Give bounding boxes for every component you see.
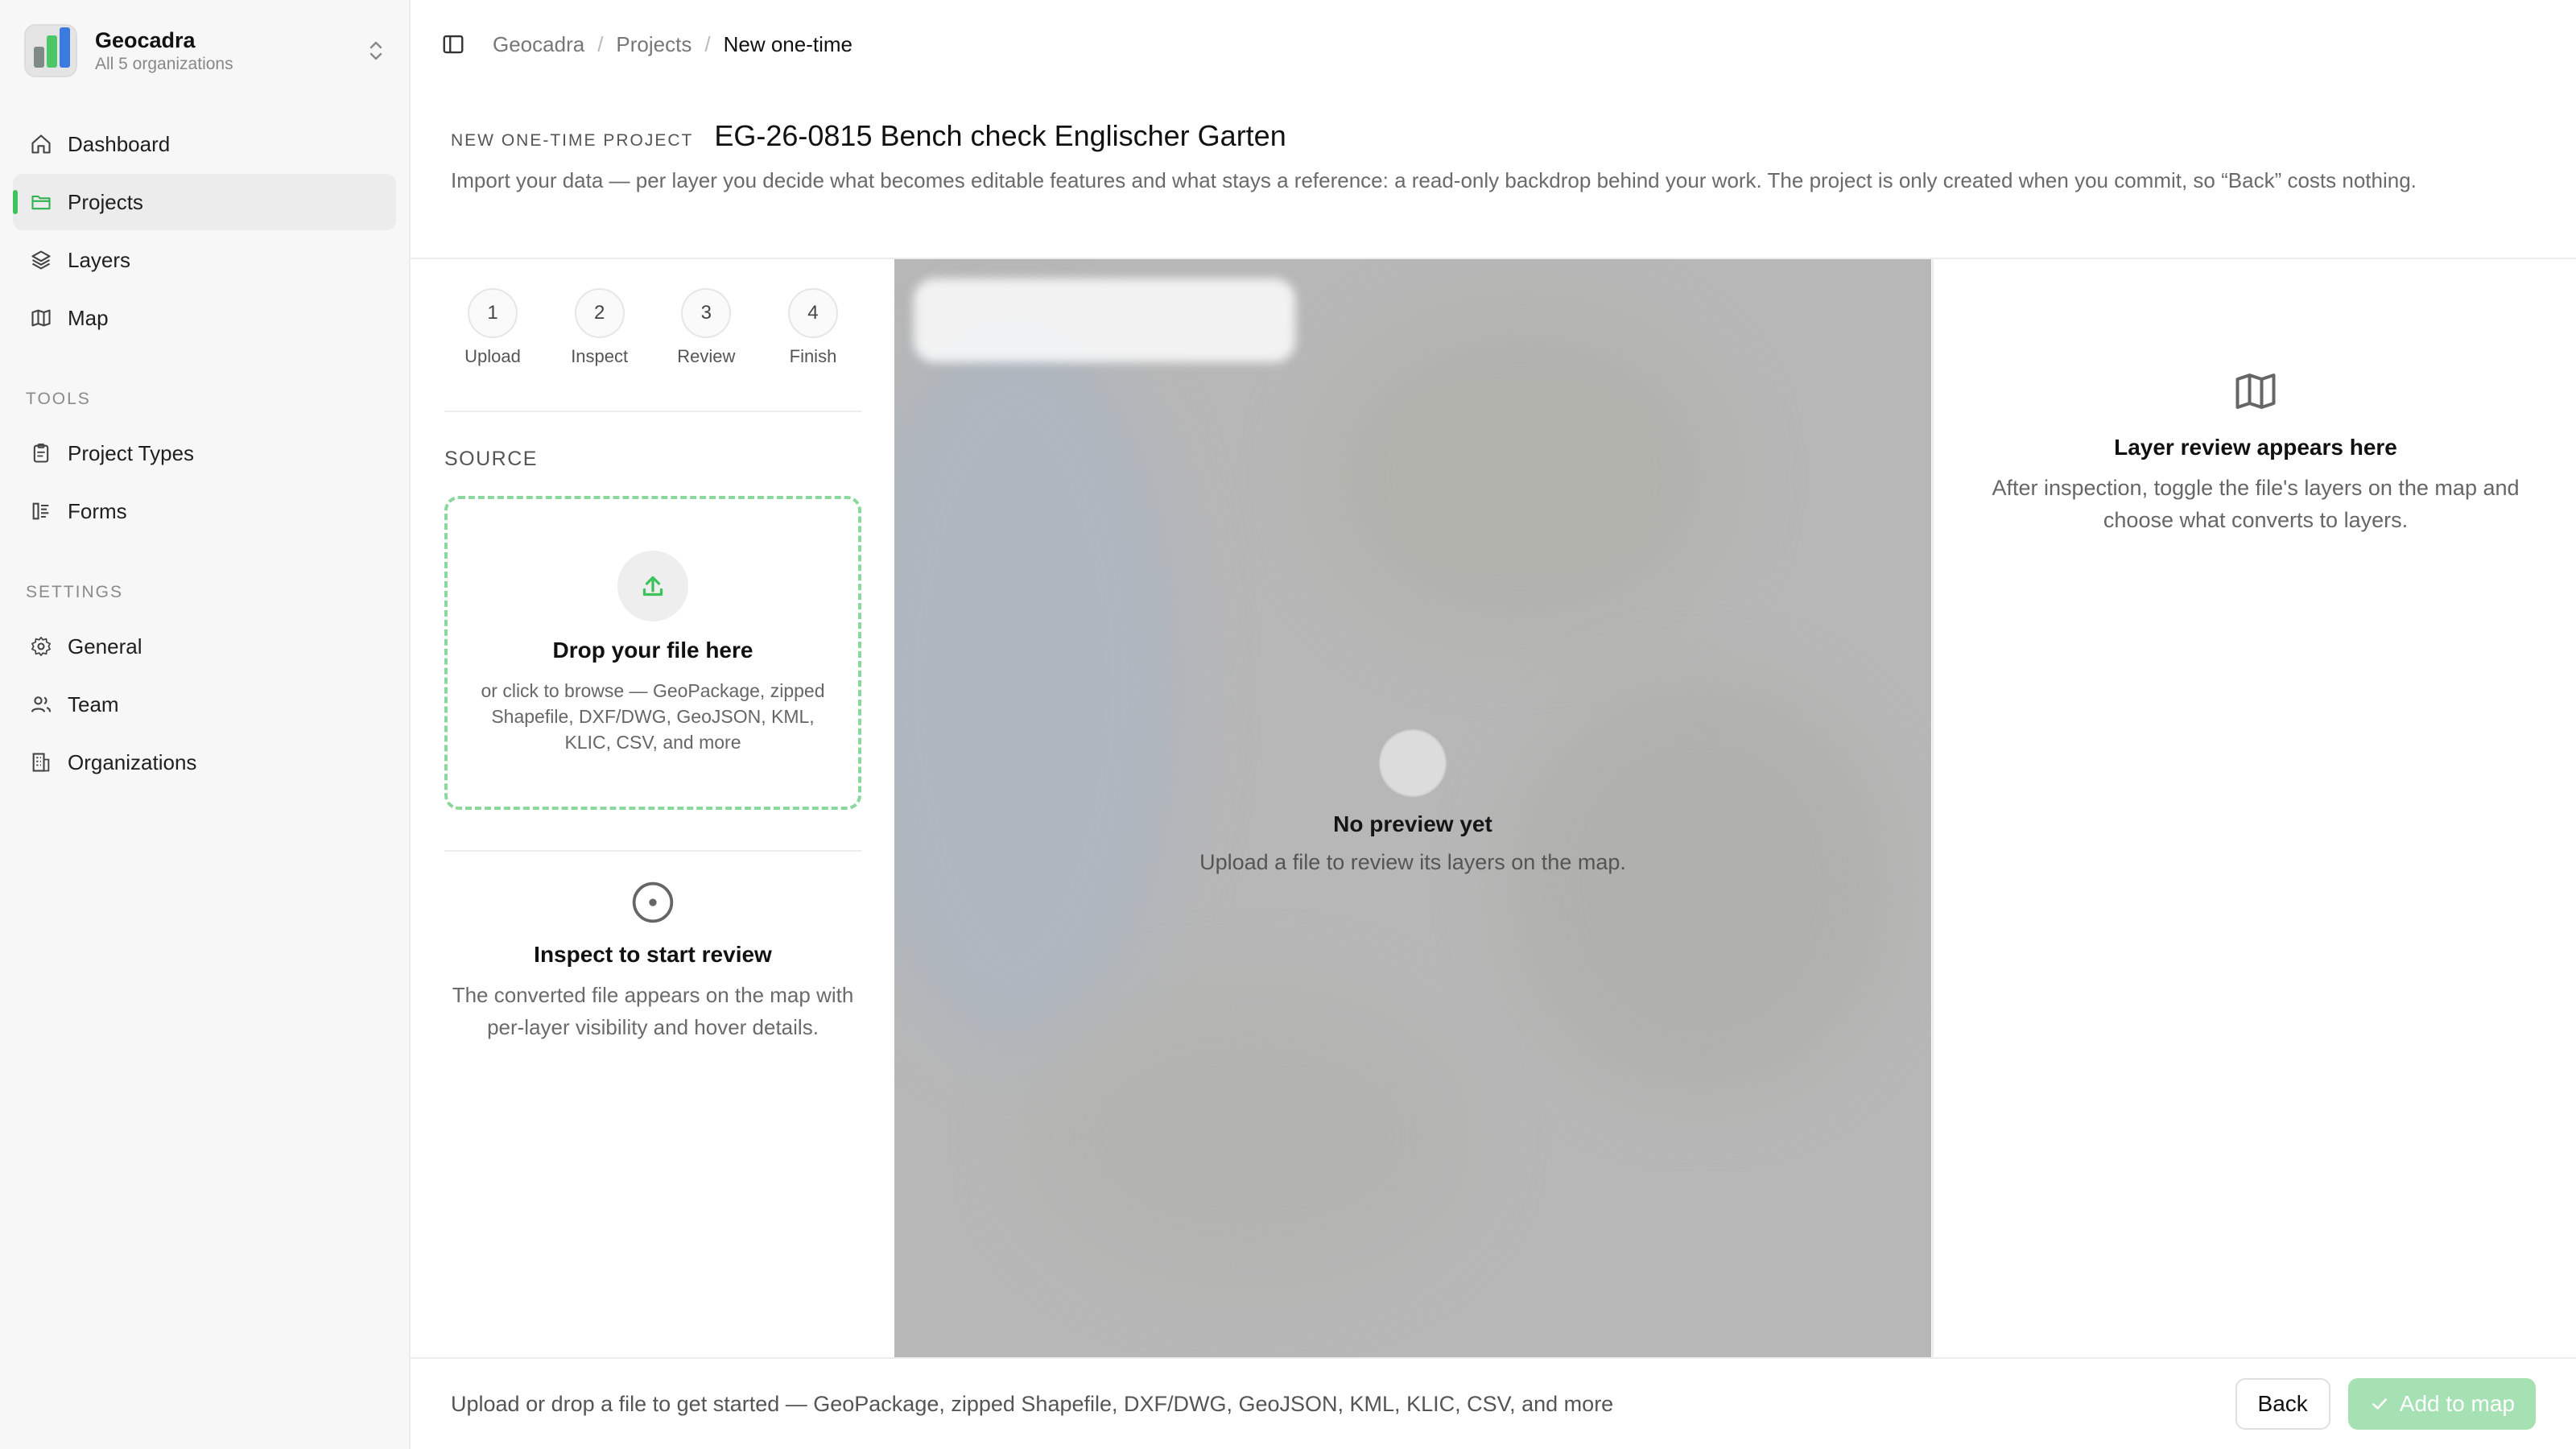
building-icon [27, 749, 55, 776]
target-icon [630, 879, 676, 926]
step-upload: 1 Upload [444, 288, 541, 369]
sidebar-item-label: Team [68, 691, 119, 716]
check-icon [2369, 1393, 2390, 1414]
org-subtitle: All 5 organizations [95, 55, 233, 73]
breadcrumb-separator: / [597, 31, 604, 56]
form-icon [27, 497, 55, 525]
step-label: Upload [464, 346, 521, 366]
add-to-map-button[interactable]: Add to map [2347, 1378, 2536, 1430]
breadcrumb-current: New one-time [723, 31, 852, 56]
map-texture [894, 324, 1184, 1048]
sidebar-item-team[interactable]: Team [13, 676, 396, 733]
step-finish: 4 Finish [765, 288, 861, 369]
sidebar-item-label: Layers [68, 247, 131, 272]
tools-heading: TOOLS [26, 390, 91, 408]
breadcrumb-separator: / [704, 31, 711, 56]
inspect-subtitle: The converted file appears on the map wi… [452, 983, 854, 1039]
map-empty-title: No preview yet [1333, 811, 1492, 836]
step-review: 3 Review [658, 288, 754, 369]
divider [444, 411, 861, 412]
inspect-title: Inspect to start review [534, 942, 772, 967]
sidebar-item-label: Dashboard [68, 131, 171, 156]
inspect-placeholder: Inspect to start review The converted fi… [444, 879, 861, 1043]
map-icon [2230, 365, 2281, 417]
footer-hint: Upload or drop a file to get started — G… [451, 1391, 1614, 1416]
users-icon [27, 691, 55, 718]
step-label: Inspect [571, 346, 629, 366]
map-empty-state: No preview yet Upload a file to review i… [894, 729, 1931, 875]
dropzone-title: Drop your file here [552, 638, 753, 663]
map-preview[interactable]: No preview yet Upload a file to review i… [894, 259, 1931, 1357]
org-switcher[interactable]: Geocadra All 5 organizations [24, 23, 388, 79]
breadcrumb-geocadra[interactable]: Geocadra [493, 32, 584, 57]
gear-icon [27, 633, 55, 660]
tools-nav: Project Types Forms [13, 425, 396, 541]
review-placeholder: Layer review appears here After inspecti… [1934, 365, 2576, 536]
layer-review-panel: Layer review appears here After inspecti… [1932, 259, 2576, 1357]
footer: Upload or drop a file to get started — G… [411, 1357, 2576, 1449]
sidebar-item-project-types[interactable]: Project Types [13, 425, 396, 481]
home-icon [27, 130, 55, 158]
map-search-placeholder [914, 279, 1295, 362]
divider [444, 850, 861, 852]
page-description: Import your data — per layer you decide … [451, 168, 2417, 192]
sidebar-item-projects[interactable]: Projects [13, 174, 396, 230]
sidebar: Geocadra All 5 organizations Dashboard P… [0, 0, 411, 1449]
breadcrumb: Geocadra / Projects / New one-time [493, 32, 852, 57]
map-icon [27, 304, 55, 332]
breadcrumb-projects[interactable]: Projects [616, 32, 691, 57]
map-empty-subtitle: Upload a file to review its layers on th… [1199, 850, 1626, 874]
layers-icon [27, 246, 55, 274]
sidebar-item-label: Project Types [68, 440, 195, 465]
step-number: 4 [787, 288, 838, 338]
org-logo [24, 24, 77, 77]
clipboard-icon [27, 440, 55, 467]
review-subtitle: After inspection, toggle the file's laye… [1992, 476, 2520, 532]
upload-icon [617, 551, 688, 621]
settings-heading: SETTINGS [26, 583, 124, 601]
step-label: Review [677, 346, 736, 366]
back-button[interactable]: Back [2235, 1378, 2330, 1430]
org-name: Geocadra [95, 28, 196, 52]
add-to-map-label: Add to map [2399, 1391, 2515, 1416]
sidebar-item-label: General [68, 634, 142, 658]
sidebar-item-dashboard[interactable]: Dashboard [13, 116, 396, 172]
sidebar-item-forms[interactable]: Forms [13, 483, 396, 539]
step-number: 3 [681, 288, 732, 338]
sidebar-item-layers[interactable]: Layers [13, 232, 396, 288]
source-label: SOURCE [444, 448, 538, 470]
map-texture [1313, 308, 1732, 646]
sidebar-item-organizations[interactable]: Organizations [13, 734, 396, 791]
page-kicker: NEW ONE-TIME PROJECT [451, 131, 694, 150]
sidebar-toggle-icon[interactable] [441, 32, 465, 56]
sidebar-item-label: Forms [68, 498, 127, 523]
dropzone-subtitle: or click to browse — GeoPackage, zipped … [481, 680, 825, 753]
page-header: NEW ONE-TIME PROJECT EG-26-0815 Bench ch… [451, 119, 2544, 196]
import-panel: 1 Upload 2 Inspect 3 Review 4 Finish SOU… [412, 259, 894, 1357]
step-number: 1 [468, 288, 518, 338]
sidebar-item-label: Projects [68, 189, 143, 214]
step-inspect: 2 Inspect [551, 288, 648, 369]
empty-state-icon [1379, 729, 1447, 797]
step-number: 2 [574, 288, 625, 338]
sidebar-item-label: Map [68, 305, 109, 330]
review-title: Layer review appears here [2114, 435, 2397, 460]
folder-icon [27, 188, 55, 216]
main-nav: Dashboard Projects Layers Map [13, 116, 396, 348]
step-label: Finish [789, 346, 837, 366]
sidebar-item-general[interactable]: General [13, 618, 396, 675]
file-dropzone[interactable]: Drop your file here or click to browse —… [444, 496, 861, 810]
sidebar-item-map[interactable]: Map [13, 290, 396, 346]
sidebar-item-label: Organizations [68, 749, 197, 774]
page-title: EG-26-0815 Bench check Englischer Garten [714, 119, 1286, 152]
topbar: Geocadra / Projects / New one-time [411, 0, 2576, 89]
stepper: 1 Upload 2 Inspect 3 Review 4 Finish [444, 288, 861, 369]
chevron-up-down-icon[interactable] [364, 35, 388, 67]
settings-nav: General Team Organizations [13, 618, 396, 792]
map-texture [1023, 984, 1474, 1290]
